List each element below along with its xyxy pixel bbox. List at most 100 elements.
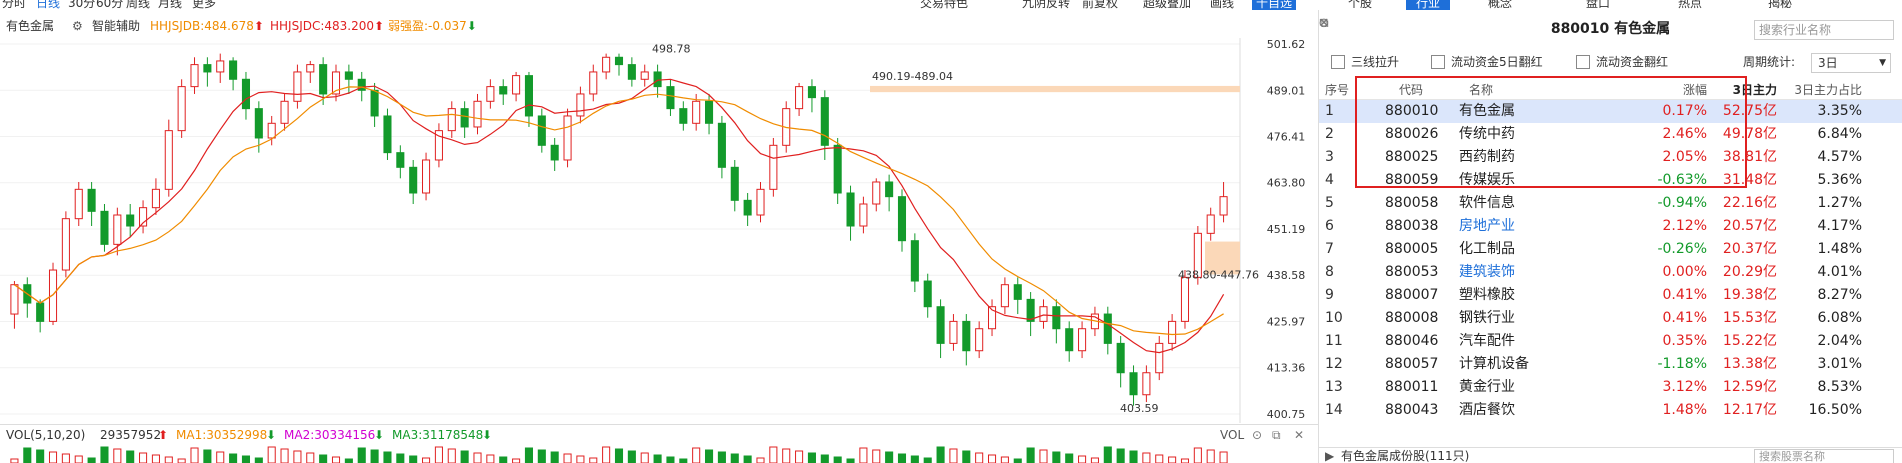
table-row[interactable]: 1 880010 有色金属 0.17% 52.75亿 3.35% xyxy=(1319,100,1902,123)
tab-monthly[interactable]: 月线 xyxy=(158,0,182,10)
candle-body xyxy=(267,122,276,139)
volume-bar xyxy=(987,454,997,463)
candle-body xyxy=(1103,313,1112,344)
industry-table: 1 880010 有色金属 0.17% 52.75亿 3.35% 2 880026 传统中药 2.… xyxy=(1319,100,1902,422)
filter-checkbox-1[interactable] xyxy=(1331,55,1345,69)
table-row[interactable]: 5 880058 软件信息 -0.94% 22.16亿 1.27% xyxy=(1319,192,1902,215)
filter-label-1[interactable]: 三线拉升 xyxy=(1351,52,1399,72)
overlay-button[interactable]: 超级叠加 xyxy=(1143,0,1191,10)
table-row[interactable]: 14 880043 酒店餐饮 1.48% 12.17亿 16.50% xyxy=(1319,399,1902,422)
filter-label-2[interactable]: 流动资金5日翻红 xyxy=(1451,52,1543,72)
candle-body xyxy=(280,100,289,124)
row-code: 880043 xyxy=(1385,402,1439,418)
constituents-label[interactable]: 有色金属成份股(111只) xyxy=(1341,448,1469,463)
gear-icon[interactable]: ⚙ xyxy=(72,16,83,36)
table-row[interactable]: 7 880005 化工制品 -0.26% 20.37亿 1.48% xyxy=(1319,238,1902,261)
row-code: 880011 xyxy=(1385,379,1439,395)
table-row[interactable]: 12 880057 计算机设备 -1.18% 13.38亿 3.01% xyxy=(1319,353,1902,376)
table-row[interactable]: 8 880053 建筑装饰 0.00% 20.29亿 4.01% xyxy=(1319,261,1902,284)
volume-bar xyxy=(331,456,341,463)
row-name: 房地产业 xyxy=(1459,218,1515,234)
adjust-button[interactable]: 前复权 xyxy=(1082,0,1118,10)
candle-body xyxy=(512,75,521,95)
col-idx[interactable]: 序号 xyxy=(1325,80,1349,100)
tab-reveal[interactable]: 揭秘 xyxy=(1768,0,1792,10)
volume-bar xyxy=(1129,450,1138,463)
volume-bar xyxy=(422,457,431,463)
tab-weekly[interactable]: 周线 xyxy=(126,0,150,10)
candle-body xyxy=(640,71,649,80)
tab-daily[interactable]: 日线 xyxy=(36,0,60,10)
trade-features-button[interactable]: 交易特色 xyxy=(920,0,968,10)
filter-checkbox-3[interactable] xyxy=(1576,55,1590,69)
tab-hotspot[interactable]: 热点 xyxy=(1678,0,1702,10)
table-row[interactable]: 4 880059 传媒娱乐 -0.63% 31.48亿 5.36% xyxy=(1319,169,1902,192)
tab-more[interactable]: 更多 xyxy=(192,0,216,10)
table-row[interactable]: 10 880008 钢铁行业 0.41% 15.53亿 6.08% xyxy=(1319,307,1902,330)
table-row[interactable]: 9 880007 塑料橡胶 0.41% 19.38亿 8.27% xyxy=(1319,284,1902,307)
candle-body xyxy=(126,214,135,227)
tab-orderbook[interactable]: 盘口 xyxy=(1586,0,1610,10)
kline-chart[interactable]: 501.62 489.01 476.41 463.80 451.19 438.58 425.… xyxy=(0,38,1318,423)
table-row[interactable]: 13 880011 黄金行业 3.12% 12.59亿 8.53% xyxy=(1319,376,1902,399)
volume-bar xyxy=(949,448,958,463)
row-net-inflow: 20.37亿 xyxy=(1722,241,1777,257)
industry-search-input[interactable]: 搜索行业名称 xyxy=(1754,20,1894,40)
stock-search-input[interactable]: 搜索股票名称 xyxy=(1754,449,1894,463)
filter-checkbox-2[interactable] xyxy=(1431,55,1445,69)
row-name: 建筑装饰 xyxy=(1459,264,1515,280)
col-code[interactable]: 代码 xyxy=(1399,80,1423,100)
tab-30min[interactable]: 30分 xyxy=(68,0,95,10)
draw-line-button[interactable]: 画线 xyxy=(1210,0,1234,10)
row-change: 3.12% xyxy=(1662,379,1707,395)
expand-icon[interactable]: ▶ xyxy=(1325,448,1334,463)
col-net-inflow[interactable]: 3日主力 xyxy=(1733,80,1777,100)
row-net-ratio: 6.84% xyxy=(1817,126,1862,142)
tab-fenshi[interactable]: 分时 xyxy=(2,0,26,10)
candle-body xyxy=(936,306,945,344)
candle-body xyxy=(614,56,624,66)
candle-body xyxy=(679,108,688,124)
volume-bar xyxy=(1000,456,1009,463)
row-name: 西药制药 xyxy=(1459,149,1515,165)
row-net-inflow: 31.48亿 xyxy=(1722,172,1777,188)
row-change: 2.12% xyxy=(1662,218,1707,234)
table-row[interactable]: 2 880026 传统中药 2.46% 49.78亿 6.84% xyxy=(1319,123,1902,146)
volume-bar xyxy=(216,451,225,463)
add-watchlist-button[interactable]: 十自选 xyxy=(1252,0,1297,10)
table-row[interactable]: 6 880038 房地产业 2.12% 20.57亿 4.17% xyxy=(1319,215,1902,238)
jiuyin-button[interactable]: 九阴反转 xyxy=(1022,0,1070,10)
col-net-ratio[interactable]: 3日主力占比 xyxy=(1794,80,1862,100)
vol-ma1-arrow: ⬇ xyxy=(266,428,277,442)
tab-stock[interactable]: 个股 xyxy=(1348,0,1372,10)
row-net-ratio: 8.27% xyxy=(1817,287,1862,303)
candle-body xyxy=(1168,320,1177,344)
col-change[interactable]: 涨幅 xyxy=(1683,80,1707,100)
row-index: 11 xyxy=(1325,333,1343,349)
volume-bar xyxy=(319,454,328,463)
period-select[interactable]: 3日 ▼ xyxy=(1811,53,1891,73)
vol-maximize-icon[interactable]: ⧉ xyxy=(1272,425,1281,445)
candle-body xyxy=(306,64,315,73)
volume-bar xyxy=(1103,446,1112,463)
filter-label-3[interactable]: 流动资金翻红 xyxy=(1596,52,1668,72)
col-name[interactable]: 名称 xyxy=(1469,80,1493,100)
volume-bar xyxy=(113,448,122,463)
tab-concept[interactable]: 概念 xyxy=(1488,0,1512,10)
volume-bar xyxy=(1155,454,1164,463)
tab-60min[interactable]: 60分 xyxy=(96,0,123,10)
smart-assist-label[interactable]: 智能辅助 xyxy=(92,16,140,36)
zone-lower-label: 438.80-447.76 xyxy=(1178,268,1259,281)
table-row[interactable]: 11 880046 汽车配件 0.35% 15.22亿 2.04% xyxy=(1319,330,1902,353)
candle-body xyxy=(36,302,45,322)
candle-body xyxy=(833,144,842,194)
table-row[interactable]: 3 880025 西药制药 2.05% 38.81亿 4.57% xyxy=(1319,146,1902,169)
tab-industry[interactable]: 行业 xyxy=(1406,0,1451,10)
volume-bar xyxy=(885,451,894,463)
vol-settings-icon[interactable]: ⊙ xyxy=(1252,425,1262,445)
vol-close-icon[interactable]: ✕ xyxy=(1294,425,1304,445)
row-name: 酒店餐饮 xyxy=(1459,402,1515,418)
row-name: 有色金属 xyxy=(1459,103,1515,119)
price-tick: 400.75 xyxy=(1267,408,1306,421)
candle-body xyxy=(293,71,302,102)
